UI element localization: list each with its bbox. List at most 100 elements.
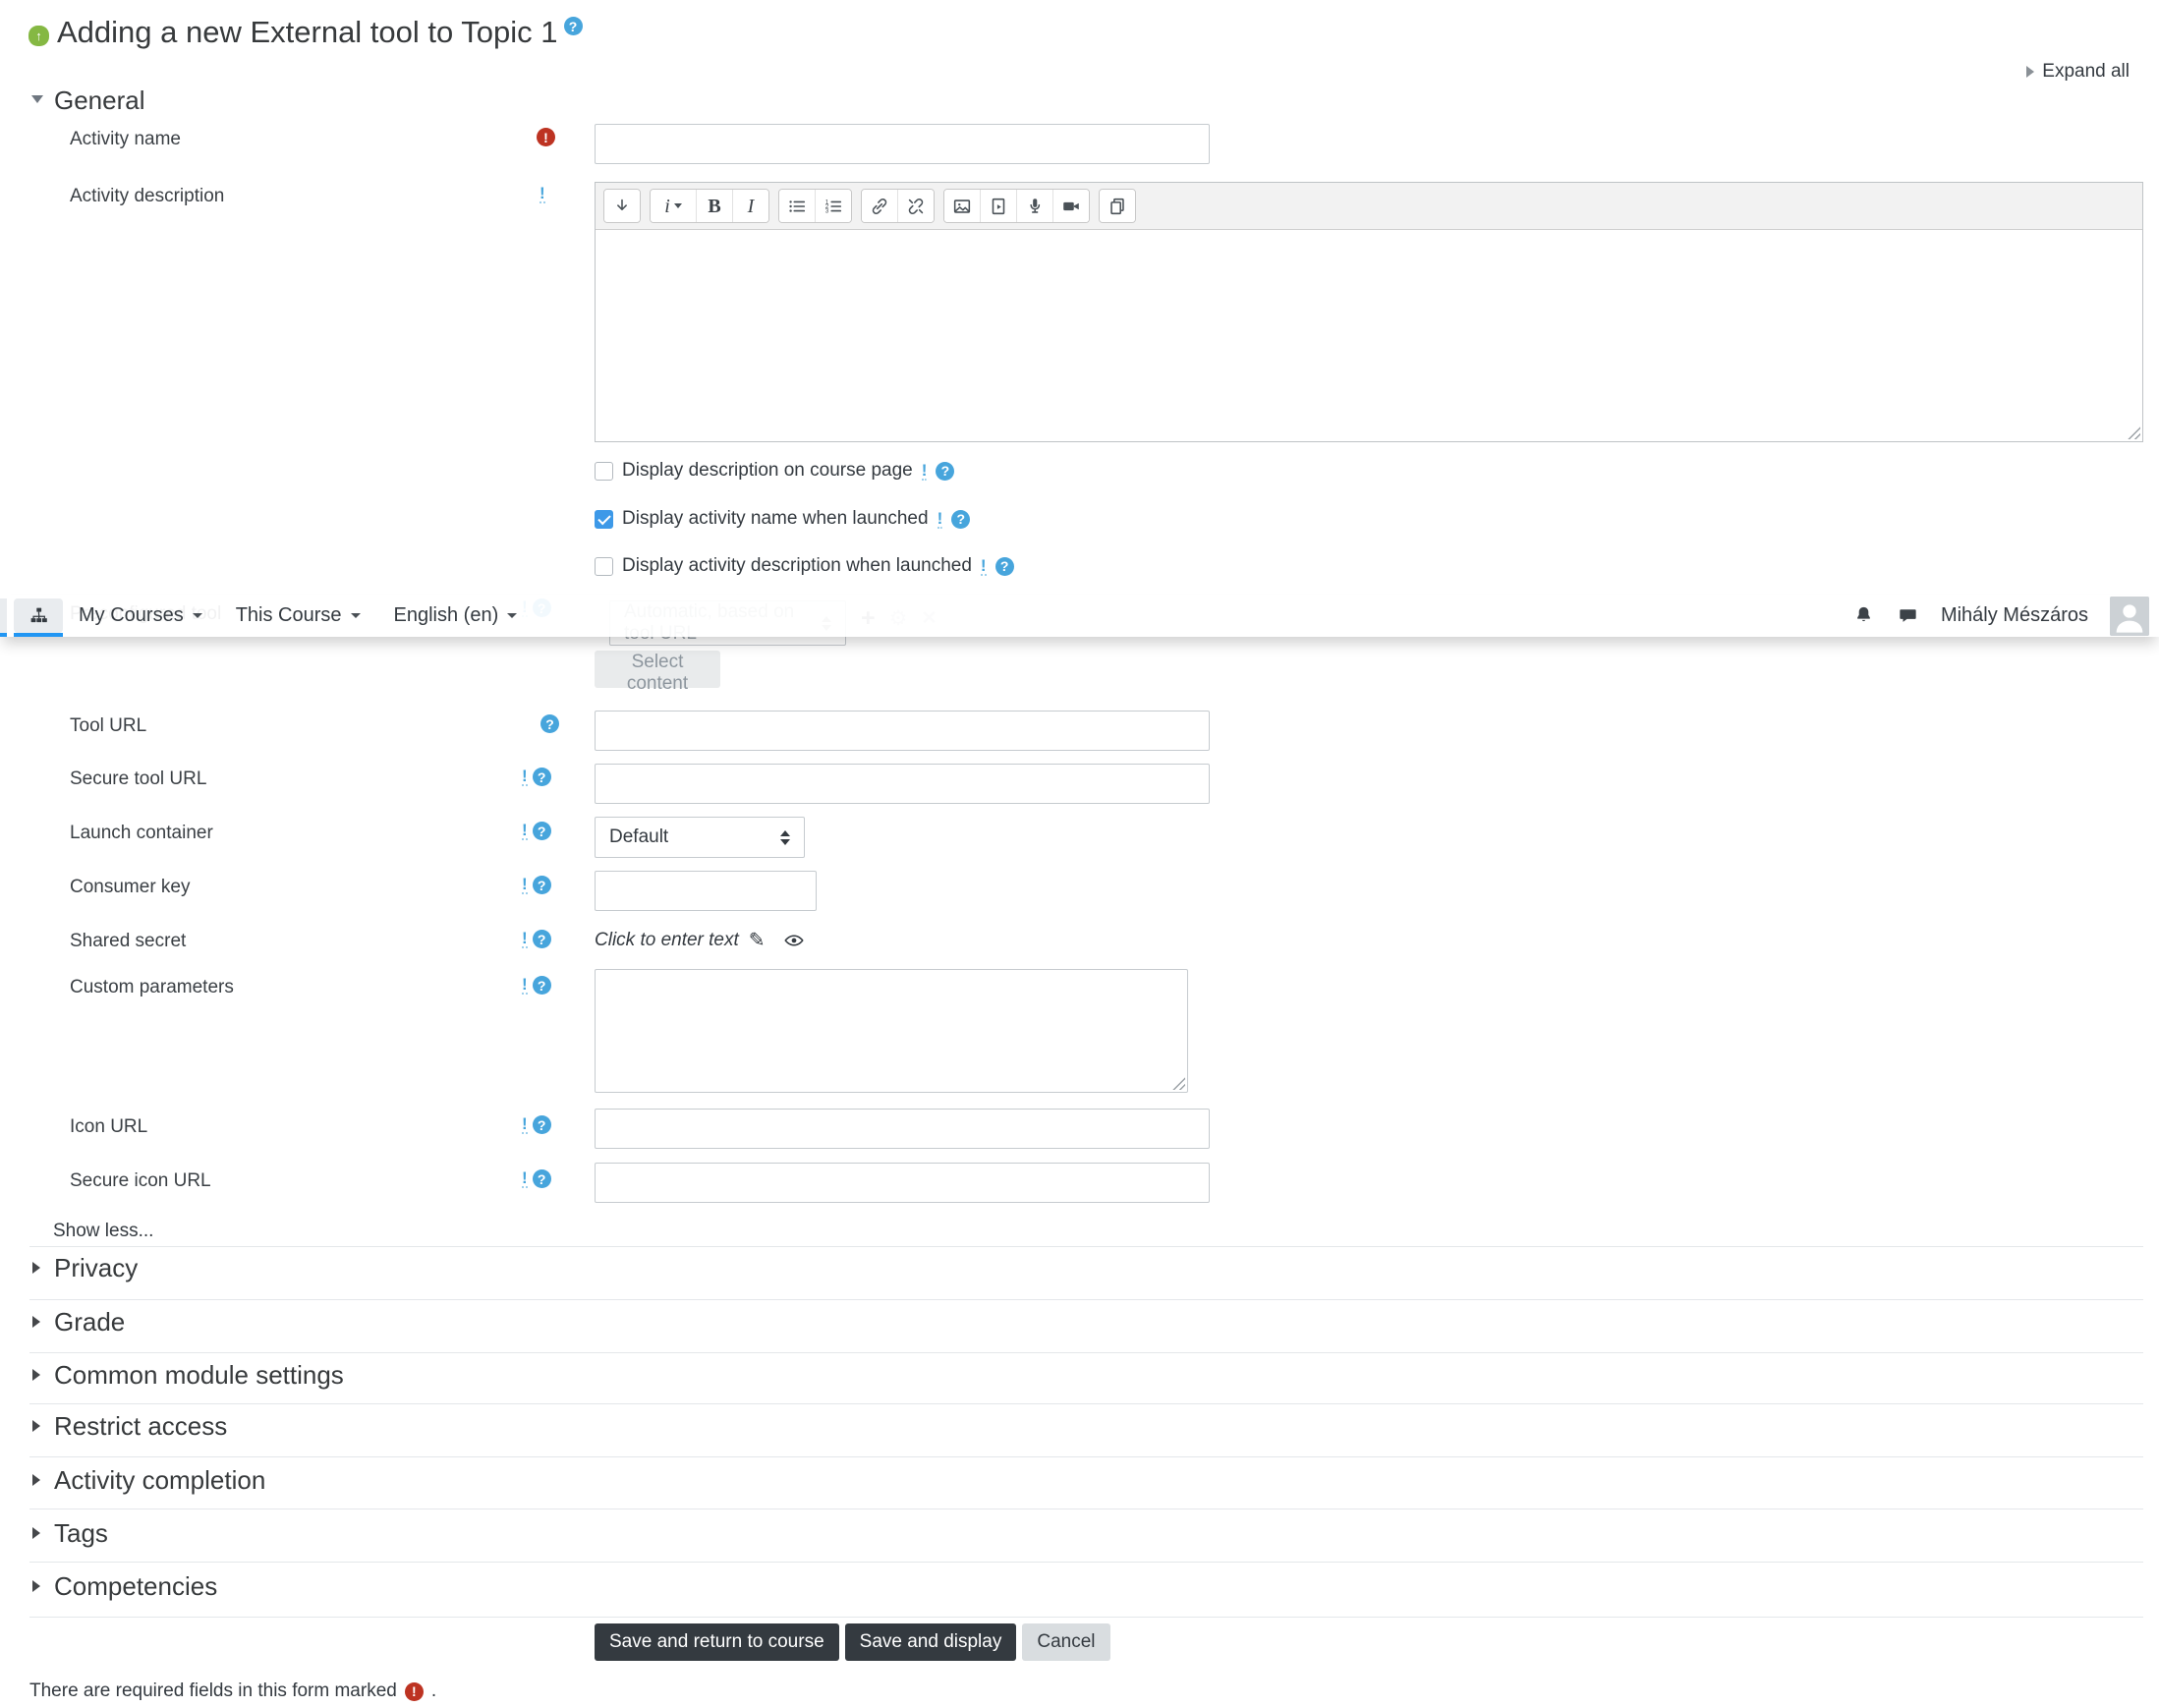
advanced-indicator-icon: ! [522, 1114, 528, 1134]
required-icon: ! [404, 1681, 424, 1701]
bold-icon[interactable]: B [696, 190, 732, 222]
section-heading-restrict-access[interactable]: Restrict access [54, 1411, 227, 1441]
help-icon[interactable]: ? [532, 876, 551, 894]
checkbox-label: Display description on course page [622, 460, 913, 481]
help-icon[interactable]: ? [532, 930, 551, 948]
help-icon[interactable]: ? [532, 1115, 551, 1134]
checkbox-label: Display activity description when launch… [622, 555, 972, 576]
record-video-icon[interactable] [1052, 190, 1089, 222]
expand-all-triangle-icon [2026, 66, 2035, 78]
consumer-key-label: Consumer key [70, 877, 191, 897]
chevron-down-icon [192, 613, 202, 618]
cancel-button[interactable]: Cancel [1022, 1623, 1110, 1661]
checkbox-unchecked[interactable] [595, 556, 613, 576]
messages-icon[interactable] [1897, 604, 1919, 627]
link-icon[interactable] [862, 190, 897, 222]
help-icon[interactable]: ? [951, 509, 971, 529]
checkbox-checked[interactable] [595, 509, 613, 529]
show-less-link[interactable]: Show less... [53, 1221, 153, 1242]
avatar[interactable] [2110, 596, 2149, 636]
help-icon[interactable]: ? [994, 556, 1014, 576]
svg-text:3: 3 [825, 207, 829, 214]
help-icon[interactable]: ? [540, 714, 559, 733]
record-audio-icon[interactable] [1016, 190, 1052, 222]
nav-item-my-courses[interactable]: My Courses [79, 604, 202, 627]
required-fields-note: There are required fields in this form m… [29, 1680, 436, 1702]
section-heading-privacy[interactable]: Privacy [54, 1253, 138, 1282]
divider [29, 1456, 2143, 1457]
icon-url-input[interactable] [595, 1109, 1210, 1149]
tool-url-input[interactable] [595, 711, 1210, 751]
collapsed-triangle-icon [32, 1474, 40, 1486]
italic-icon[interactable]: I [732, 190, 768, 222]
checkbox-unchecked[interactable] [595, 461, 613, 481]
nav-item-this-course[interactable]: This Course [236, 604, 361, 627]
eye-icon[interactable] [783, 930, 805, 951]
collapsed-triangle-icon [32, 1580, 40, 1592]
checkbox-label: Display activity name when launched [622, 508, 929, 529]
collapsed-triangle-icon [32, 1420, 40, 1432]
consumer-key-input[interactable] [595, 871, 817, 911]
activity-name-input[interactable] [595, 124, 1210, 164]
icon-url-label: Icon URL [70, 1116, 148, 1137]
advanced-indicator-icon: ! [540, 184, 545, 203]
resize-handle[interactable] [2128, 427, 2140, 439]
activity-name-label: Activity name [70, 129, 181, 149]
save-and-return-button[interactable]: Save and return to course [595, 1623, 839, 1661]
unlink-icon[interactable] [897, 190, 934, 222]
image-icon[interactable] [944, 190, 980, 222]
custom-parameters-textarea[interactable] [595, 969, 1188, 1093]
launch-container-label: Launch container [70, 823, 213, 843]
resize-handle[interactable] [1172, 1077, 1185, 1090]
help-icon[interactable]: ? [532, 976, 551, 995]
collapsed-triangle-icon [32, 1262, 40, 1274]
secure-tool-url-input[interactable] [595, 764, 1210, 804]
nav-item-label: English (en) [393, 604, 499, 626]
help-icon[interactable]: ? [563, 17, 583, 35]
font-style-icon[interactable]: i [651, 190, 696, 222]
display-description-checkbox-row: Display description on course page ! ? [595, 460, 955, 482]
help-icon[interactable]: ? [532, 822, 551, 840]
media-icon[interactable] [980, 190, 1016, 222]
help-icon[interactable]: ? [936, 461, 955, 481]
advanced-indicator-icon: ! [937, 508, 943, 529]
nav-menu: My Courses This Course English (en) [79, 595, 518, 637]
secure-icon-url-input[interactable] [595, 1163, 1210, 1203]
section-heading-general[interactable]: General [54, 85, 145, 115]
help-icon[interactable]: ? [532, 1169, 551, 1188]
select-content-button[interactable]: Select content [595, 651, 720, 694]
collapsed-triangle-icon [32, 1316, 40, 1328]
chevron-down-icon [507, 613, 518, 618]
launch-container-select[interactable]: Default [595, 817, 805, 858]
section-heading-competencies[interactable]: Competencies [54, 1571, 217, 1601]
save-and-display-button[interactable]: Save and display [844, 1623, 1017, 1661]
ordered-list-icon[interactable]: 123 [815, 190, 851, 222]
pencil-icon[interactable]: ✎ [749, 931, 766, 950]
sitemap-icon[interactable] [14, 598, 63, 637]
tool-url-label: Tool URL [70, 715, 147, 736]
user-name[interactable]: Mihály Mészáros [1941, 604, 2088, 627]
editor-content-area[interactable] [596, 230, 2142, 441]
secure-tool-url-label: Secure tool URL [70, 769, 207, 789]
advanced-indicator-icon: ! [522, 975, 528, 995]
section-heading-activity-completion[interactable]: Activity completion [54, 1465, 265, 1495]
collapse-triangle-icon [31, 95, 43, 103]
notifications-bell-icon[interactable] [1852, 604, 1875, 627]
unordered-list-icon[interactable] [779, 190, 815, 222]
collapse-toolbar-icon[interactable] [604, 190, 640, 222]
help-icon[interactable]: ? [532, 768, 551, 786]
chevron-down-icon [350, 613, 361, 618]
nav-partial-tab[interactable] [0, 598, 7, 637]
advanced-indicator-icon: ! [522, 929, 528, 948]
divider [29, 1403, 2143, 1404]
advanced-indicator-icon: ! [921, 460, 928, 481]
section-heading-tags[interactable]: Tags [54, 1518, 108, 1548]
section-heading-grade[interactable]: Grade [54, 1307, 125, 1337]
section-heading-common-module-settings[interactable]: Common module settings [54, 1360, 344, 1390]
expand-all-link[interactable]: Expand all [2026, 61, 2130, 83]
nav-item-language[interactable]: English (en) [394, 604, 518, 627]
display-activity-name-checkbox-row: Display activity name when launched ! ? [595, 508, 971, 530]
manage-files-icon[interactable] [1100, 190, 1135, 222]
collapsed-triangle-icon [32, 1527, 40, 1539]
shared-secret-inline-edit[interactable]: Click to enter text [595, 930, 739, 951]
